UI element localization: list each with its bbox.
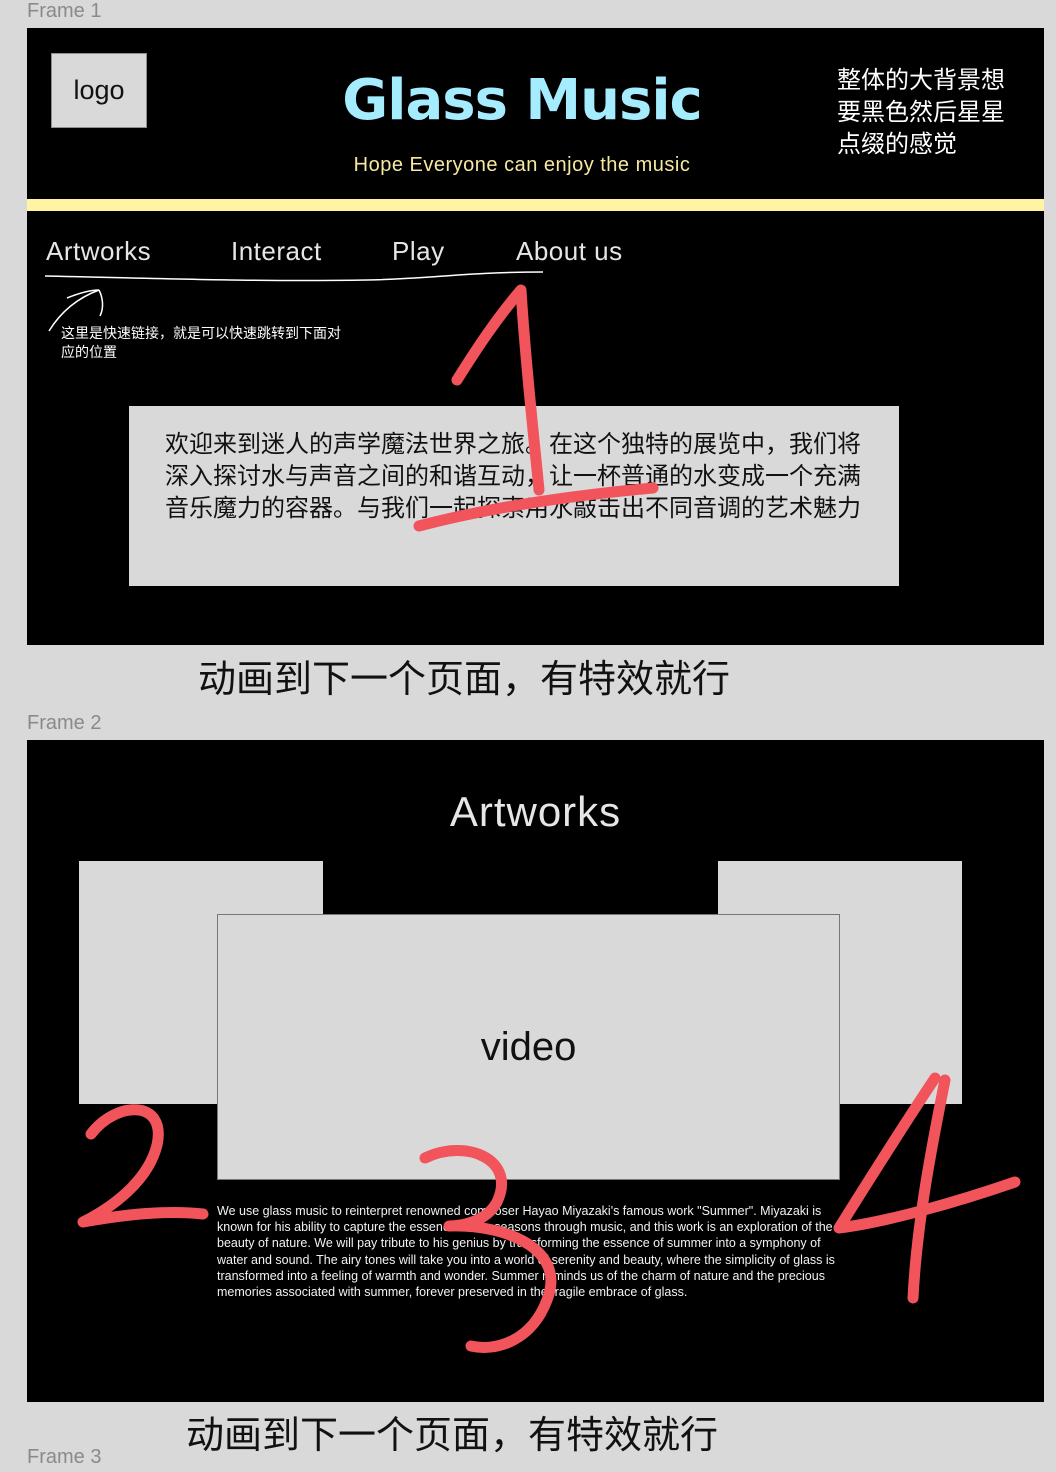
nav-underline-sketch [44,271,544,282]
frame-2-caption: 动画到下一个页面，有特效就行 [186,1413,719,1457]
nav-item-about-us[interactable]: About us [516,236,623,267]
frame-2: Artworks video We use glass music to rei… [27,740,1044,1402]
frame-1-label: Frame 1 [27,0,102,22]
frame-1-caption: 动画到下一个页面，有特效就行 [198,657,731,701]
background-design-note: 整体的大背景想要黑色然后星星点缀的感觉 [837,66,1005,158]
frame-2-label: Frame 2 [27,712,102,734]
annotation-mark-4 [833,1072,1021,1304]
nav-item-artworks[interactable]: Artworks [46,236,151,267]
annotation-mark-2 [77,1104,209,1228]
quick-link-note: 这里是快速链接，就是可以快速跳转到下面对应的位置 [61,326,341,361]
video-label: video [480,1024,577,1069]
artwork-description: We use glass music to reinterpret renown… [217,1204,835,1300]
nav-item-interact[interactable]: Interact [231,236,322,267]
frame-1: logo Glass Music Hope Everyone can enjoy… [27,28,1044,645]
frame-3-label: Frame 3 [27,1446,102,1468]
intro-panel: 欢迎来到迷人的声学魔法世界之旅。在这个独特的展览中，我们将深入探讨水与声音之间的… [129,406,899,586]
logo-placeholder[interactable]: logo [51,53,147,128]
site-title: Glass Music [342,68,702,133]
header-divider-bar [27,199,1044,211]
nav-item-play[interactable]: Play [392,236,445,267]
intro-text: 欢迎来到迷人的声学魔法世界之旅。在这个独特的展览中，我们将深入探讨水与声音之间的… [165,430,861,522]
artworks-section-title: Artworks [449,788,622,835]
site-subtitle: Hope Everyone can enjoy the music [353,154,691,176]
logo-label: logo [73,75,125,105]
video-player[interactable]: video [217,914,840,1180]
